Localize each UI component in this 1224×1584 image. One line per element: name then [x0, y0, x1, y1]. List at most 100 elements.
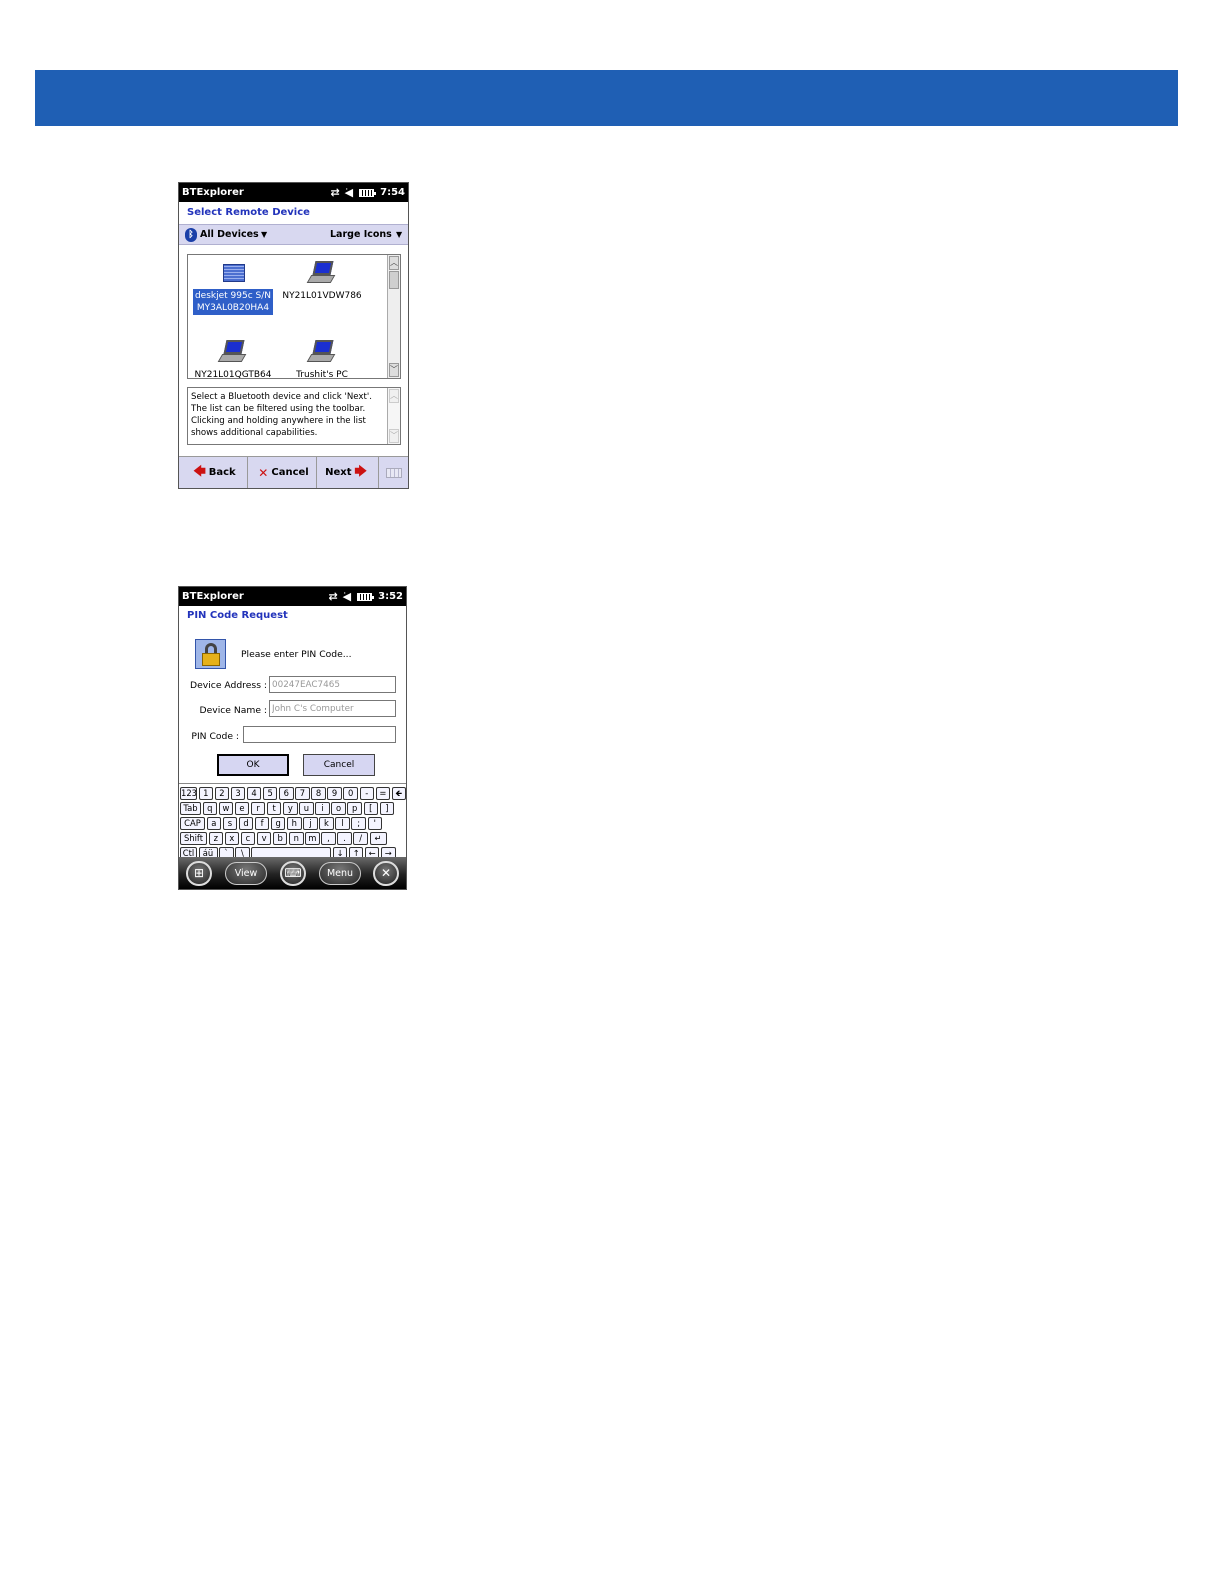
- key-m[interactable]: m: [305, 832, 320, 845]
- key-o[interactable]: o: [331, 802, 346, 815]
- scroll-up-icon[interactable]: ︿: [389, 256, 399, 270]
- cancel-button[interactable]: ✕ Cancel: [248, 457, 317, 488]
- device-item-trushits-pc[interactable]: Trushit's PC: [280, 339, 364, 378]
- key-CAP[interactable]: CAP: [180, 817, 205, 830]
- key-'[interactable]: ': [367, 817, 383, 830]
- battery-icon[interactable]: [359, 188, 377, 197]
- key-[[interactable]: [: [363, 802, 379, 815]
- key-Shift[interactable]: Shift: [180, 832, 207, 845]
- cancel-label: Cancel: [271, 467, 309, 478]
- key-h[interactable]: h: [287, 817, 302, 830]
- menu-softkey[interactable]: Menu: [319, 862, 361, 885]
- key-w[interactable]: w: [218, 802, 234, 815]
- volume-muted-icon[interactable]: ◀ׂ: [345, 187, 353, 198]
- key-l[interactable]: l: [335, 817, 350, 830]
- input-panel-button[interactable]: [379, 457, 408, 488]
- key-=[interactable]: =: [375, 787, 391, 800]
- key-z[interactable]: z: [208, 832, 224, 845]
- key-3[interactable]: 3: [230, 787, 246, 800]
- chevron-down-icon[interactable]: ▼: [396, 230, 402, 239]
- key-/[interactable]: /: [353, 832, 368, 845]
- ok-button[interactable]: OK: [217, 754, 289, 776]
- key-j[interactable]: j: [303, 817, 318, 830]
- key-0[interactable]: 0: [343, 787, 358, 800]
- key-g[interactable]: g: [270, 817, 286, 830]
- key-7[interactable]: 7: [295, 787, 310, 800]
- key-n[interactable]: n: [289, 832, 304, 845]
- key-↵[interactable]: ↵: [369, 832, 387, 845]
- help-text: Select a Bluetooth device and click 'Nex…: [191, 392, 372, 438]
- wizard-toolbar: 🡄 Back ✕ Cancel Next 🡆: [179, 456, 408, 488]
- keyboard-toggle-button[interactable]: ⌨: [280, 861, 306, 886]
- view-mode-dropdown[interactable]: Large Icons: [330, 229, 392, 240]
- device-filter-dropdown[interactable]: All Devices: [200, 229, 259, 240]
- app-title[interactable]: BTExplorer: [182, 187, 325, 198]
- device-list-scrollbar[interactable]: ︿ ﹀: [387, 255, 400, 378]
- device-item-deskjet[interactable]: deskjet 995c S/N MY3AL0B20HA4: [191, 260, 275, 315]
- scroll-thumb[interactable]: [389, 271, 399, 289]
- next-button[interactable]: Next 🡆: [317, 457, 379, 488]
- key-v[interactable]: v: [256, 832, 272, 845]
- chevron-down-icon[interactable]: ▼: [261, 230, 267, 239]
- scroll-down-icon[interactable]: ﹀: [389, 363, 399, 377]
- key-;[interactable]: ;: [351, 817, 366, 830]
- device-name-field[interactable]: [269, 700, 396, 717]
- key-p[interactable]: p: [347, 802, 362, 815]
- key-a[interactable]: a: [206, 817, 222, 830]
- key-k[interactable]: k: [319, 817, 334, 830]
- app-title[interactable]: BTExplorer: [182, 591, 323, 602]
- device-list[interactable]: deskjet 995c S/N MY3AL0B20HA4 NY21L01VDW7…: [187, 254, 401, 379]
- cancel-button[interactable]: Cancel: [303, 754, 375, 776]
- key-4[interactable]: 4: [246, 787, 262, 800]
- view-softkey[interactable]: View: [225, 862, 267, 885]
- close-button[interactable]: ✕: [373, 861, 399, 886]
- key-1[interactable]: 1: [198, 787, 214, 800]
- help-scrollbar[interactable]: ︿ ﹀: [387, 388, 400, 444]
- key-9[interactable]: 9: [327, 787, 342, 800]
- key-e[interactable]: e: [234, 802, 250, 815]
- key-c[interactable]: c: [240, 832, 256, 845]
- key-][interactable]: ]: [379, 802, 395, 815]
- connectivity-icon[interactable]: ⇄: [330, 187, 339, 198]
- scroll-down-icon[interactable]: ﹀: [389, 429, 399, 443]
- key-🡸[interactable]: 🡸: [391, 787, 406, 800]
- key-123[interactable]: 123: [180, 787, 197, 800]
- pin-code-input[interactable]: [243, 726, 396, 743]
- connectivity-icon[interactable]: ⇄: [328, 591, 337, 602]
- device-item-ny21l01qgtb64[interactable]: NY21L01QGTB64: [191, 339, 275, 378]
- key-i[interactable]: i: [315, 802, 330, 815]
- key-8[interactable]: 8: [311, 787, 326, 800]
- back-button[interactable]: 🡄 Back: [179, 457, 248, 488]
- key-.[interactable]: .: [337, 832, 352, 845]
- key-,[interactable]: ,: [321, 832, 336, 845]
- key-u[interactable]: u: [299, 802, 314, 815]
- key-q[interactable]: q: [202, 802, 218, 815]
- key-b[interactable]: b: [272, 832, 288, 845]
- key-f[interactable]: f: [254, 817, 270, 830]
- key-s[interactable]: s: [222, 817, 238, 830]
- device-address-field[interactable]: [269, 676, 396, 693]
- status-bar: BTExplorer ⇄ ◀ׂ 7:54: [179, 183, 408, 202]
- key-t[interactable]: t: [266, 802, 282, 815]
- device-address-label: Device Address :: [190, 680, 267, 691]
- device-item-ny21l01vdw786[interactable]: NY21L01VDW786: [280, 260, 364, 303]
- battery-icon[interactable]: [357, 592, 375, 601]
- key-d[interactable]: d: [238, 817, 254, 830]
- clock[interactable]: 7:54: [380, 187, 405, 198]
- laptop-icon: [306, 260, 336, 286]
- start-button[interactable]: ⊞: [186, 861, 212, 886]
- key-y[interactable]: y: [283, 802, 298, 815]
- pin-prompt: Please enter PIN Code...: [241, 649, 352, 660]
- key--[interactable]: -: [359, 787, 375, 800]
- key-2[interactable]: 2: [214, 787, 230, 800]
- key-r[interactable]: r: [250, 802, 266, 815]
- key-6[interactable]: 6: [279, 787, 294, 800]
- key-Tab[interactable]: Tab: [180, 802, 201, 815]
- clock[interactable]: 3:52: [378, 591, 403, 602]
- key-x[interactable]: x: [224, 832, 240, 845]
- key-5[interactable]: 5: [262, 787, 278, 800]
- pin-code-request-screen: BTExplorer ⇄ ◀ׂ 3:52 PIN Code Request Pl…: [178, 586, 407, 890]
- scroll-up-icon[interactable]: ︿: [389, 389, 399, 403]
- volume-muted-icon[interactable]: ◀ׂ: [343, 591, 351, 602]
- page-header-banner: [35, 70, 1178, 126]
